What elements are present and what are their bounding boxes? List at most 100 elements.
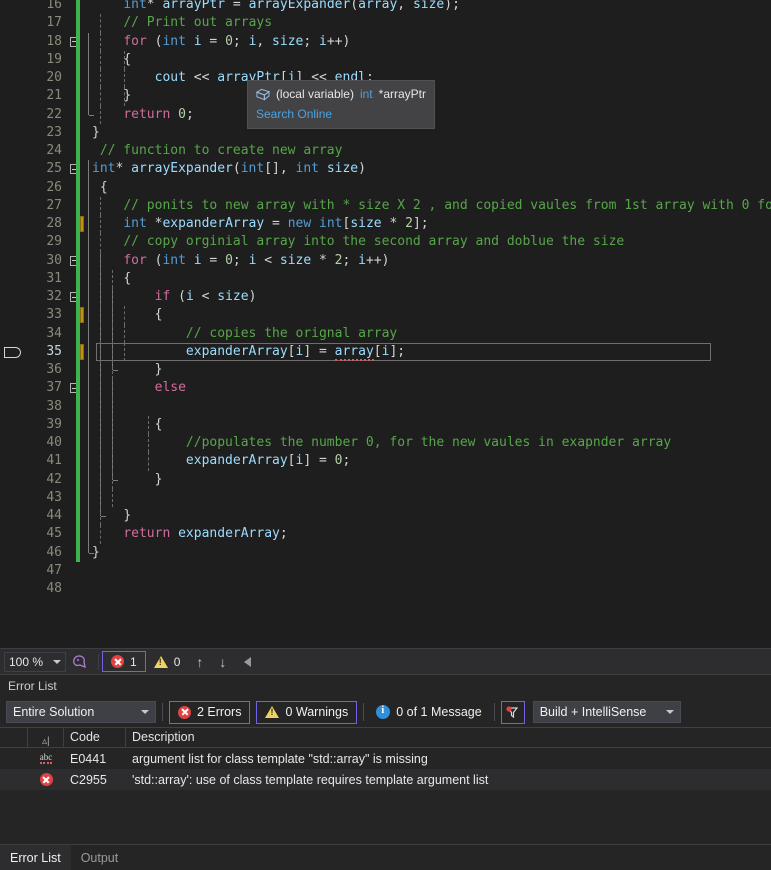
code-line[interactable]: 28 int *expanderArray = new int[size * 2… [0,215,771,234]
scope-combo[interactable]: Entire Solution [6,701,156,723]
code-line[interactable]: 44 } [0,507,771,526]
selection-margin[interactable] [0,397,24,416]
code-line[interactable]: 26 { [0,178,771,197]
code-line[interactable]: 16 int* arrayPtr = arrayExpander(array, … [0,0,771,15]
code-line[interactable]: 41 expanderArray[i] = 0; [0,452,771,471]
selection-margin[interactable] [0,196,24,215]
error-description: argument list for class template "std::a… [132,751,428,766]
selection-margin[interactable] [0,488,24,507]
line-number: 29 [46,234,62,250]
code-line[interactable]: 29 // copy orginial array into the secon… [0,233,771,252]
intellisense-status-button[interactable] [66,651,95,673]
selection-margin[interactable] [0,142,24,161]
tab-output[interactable]: Output [71,845,129,870]
code-line[interactable]: 25 int* arrayExpander(int[], int size) [0,160,771,179]
code-line[interactable]: 19 { [0,50,771,69]
outlining-margin[interactable] [68,580,82,598]
selection-margin[interactable] [0,215,24,234]
unsaved-change-marker [80,307,84,324]
line-number: 24 [46,143,62,158]
selection-margin[interactable] [0,50,24,69]
line-number: 37 [46,380,62,396]
code-line[interactable]: 46} [0,543,771,562]
selection-margin[interactable] [0,580,24,599]
code-line[interactable]: 42 } [0,470,771,489]
code-line[interactable]: 33 { [0,306,771,325]
code-line[interactable]: 47 [0,561,771,580]
code-line[interactable]: 27 // ponits to new array with * size X … [0,196,771,215]
selection-margin[interactable] [0,434,24,453]
selection-margin[interactable] [0,452,24,471]
zoom-level-combo[interactable]: 100 % [4,651,66,672]
code-line[interactable]: 45 return expanderArray; [0,525,771,544]
line-number: 28 [46,216,62,231]
selection-margin[interactable] [0,342,24,361]
code-line[interactable]: 40 //populates the number 0, for the new… [0,434,771,453]
code-line[interactable]: 24 // function to create new array [0,142,771,161]
selection-margin[interactable] [0,288,24,307]
filter-button[interactable] [500,700,525,724]
selection-margin[interactable] [0,233,24,252]
selection-margin[interactable] [0,105,24,124]
unsaved-change-marker [80,216,84,232]
selection-margin[interactable] [0,543,24,562]
tooltip-type: int [359,87,373,101]
previous-issue-button[interactable]: ↑ [188,654,211,670]
code-line[interactable]: 37 else [0,379,771,398]
search-online-link[interactable]: Search Online [256,107,332,121]
code-line[interactable]: 48 [0,580,771,599]
selection-margin[interactable] [0,123,24,142]
selection-margin[interactable] [0,379,24,398]
outlining-margin[interactable] [68,562,82,580]
info-circle-icon [376,704,391,719]
selection-margin[interactable] [0,525,24,544]
tab-error-list[interactable]: Error List [0,845,71,870]
column-header-code[interactable]: Code [64,727,126,748]
code-editor[interactable]: 16 int* arrayPtr = arrayExpander(array, … [0,0,771,648]
selection-margin[interactable] [0,32,24,51]
column-header-description[interactable]: Description [126,727,771,748]
code-line[interactable]: 31 { [0,269,771,288]
selection-margin[interactable] [0,507,24,526]
code-line[interactable]: 36 } [0,361,771,380]
selection-margin[interactable] [0,470,24,489]
change-bar [76,105,80,124]
code-line[interactable]: 35 expanderArray[i] = array[i]; [0,342,771,361]
selection-margin[interactable] [0,269,24,288]
code-line[interactable]: 38 [0,397,771,416]
column-header-severity[interactable]: ▵| [28,727,64,748]
selection-margin[interactable] [0,69,24,88]
table-row[interactable]: C2955 'std::array': use of class template… [0,769,771,790]
outlining-guide [88,233,89,252]
warnings-toggle-button[interactable]: 0 Warnings [256,700,358,724]
selection-margin[interactable] [0,415,24,434]
change-bar [76,69,80,88]
selection-margin[interactable] [0,251,24,270]
selection-margin[interactable] [0,0,24,15]
build-source-combo[interactable]: Build + IntelliSense [532,701,681,723]
warning-count-button[interactable]: 0 [146,651,189,672]
selection-margin[interactable] [0,561,24,580]
code-line[interactable]: 39 { [0,415,771,434]
change-bar [76,470,80,489]
code-line[interactable]: 17 // Print out arrays [0,14,771,33]
table-row[interactable]: abc E0441 argument list for class template… [0,748,771,769]
code-line[interactable]: 30 for (int i = 0; i < size * 2; i++) [0,251,771,270]
selection-margin[interactable] [0,14,24,33]
selection-margin[interactable] [0,361,24,380]
selection-margin[interactable] [0,306,24,325]
selection-margin[interactable] [0,87,24,106]
code-line[interactable]: 32 if (i < size) [0,288,771,307]
selection-margin[interactable] [0,178,24,197]
code-line[interactable]: 18 for (int i = 0; i, size; i++) [0,32,771,51]
code-line[interactable]: 43 [0,488,771,507]
code-line[interactable]: 34 // copies the orignal array [0,324,771,343]
errors-toggle-button[interactable]: 2 Errors [169,700,251,724]
messages-toggle-button[interactable]: 0 of 1 Message [370,701,487,724]
selection-margin[interactable] [0,160,24,179]
sort-indicator-icon: ▵| [42,736,50,747]
error-count-button[interactable]: 1 [102,651,146,672]
triangle-left-icon[interactable] [244,656,252,667]
selection-margin[interactable] [0,324,24,343]
next-issue-button[interactable]: ↓ [211,654,234,670]
